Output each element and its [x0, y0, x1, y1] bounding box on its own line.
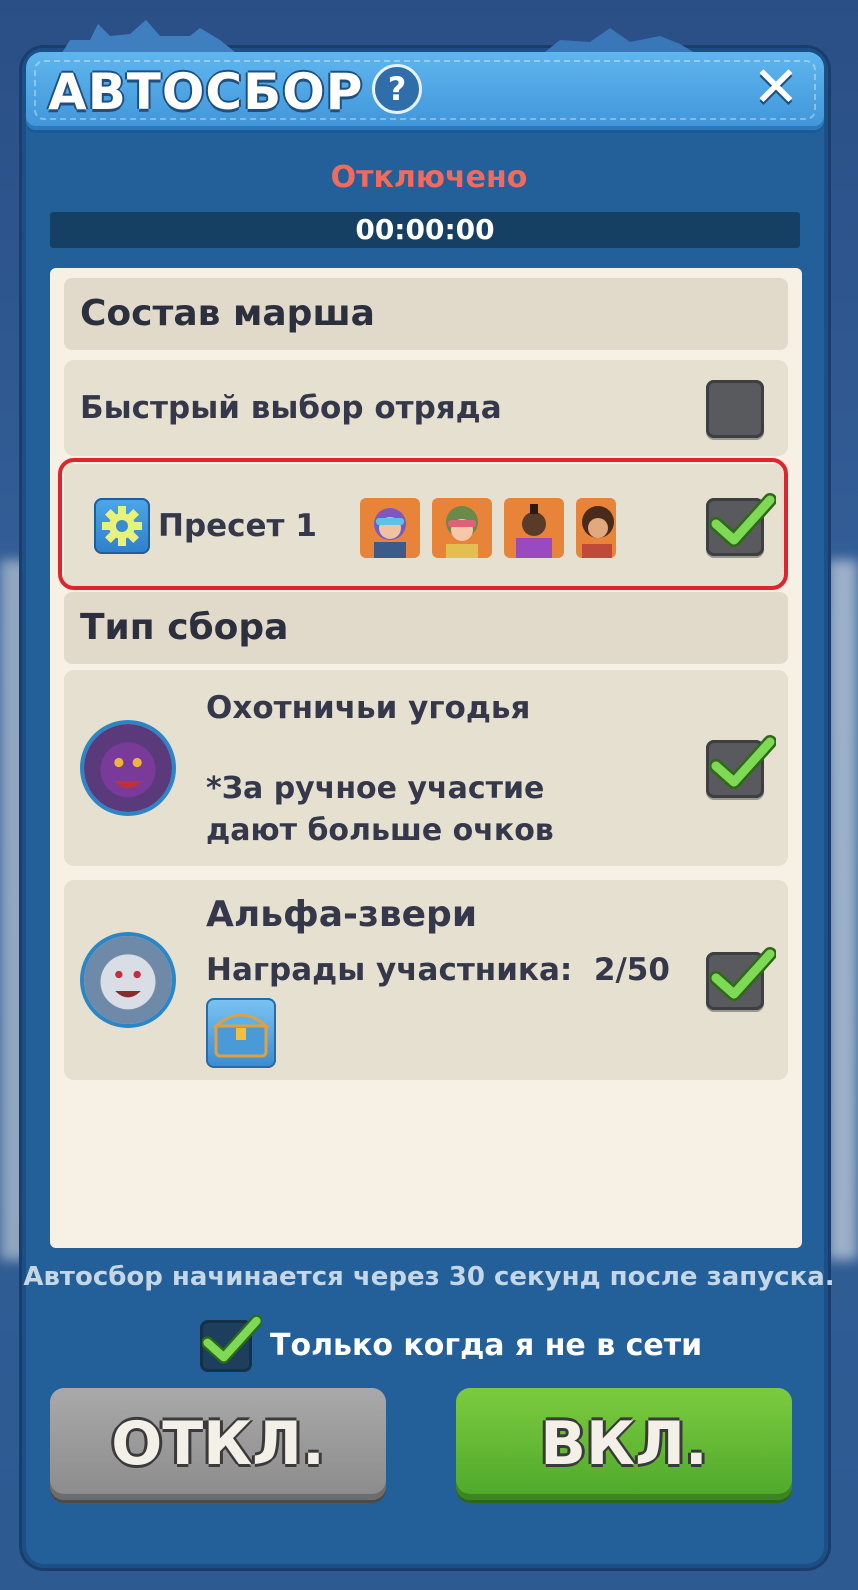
gather-section-heading: Тип сбора	[64, 592, 788, 664]
background-edge-right	[828, 560, 858, 1260]
beast-icon	[84, 724, 172, 812]
rewards-line: Награды участника: 2/50	[206, 952, 670, 988]
preset-highlight-frame	[58, 458, 788, 590]
hunting-grounds-checkbox[interactable]	[706, 735, 776, 798]
autogather-info-text: Автосбор начинается через 30 секунд посл…	[23, 1262, 835, 1292]
close-button[interactable]: ✕	[748, 60, 804, 116]
rewards-label: Награды участника:	[206, 952, 573, 988]
treasure-chest-icon	[212, 1013, 270, 1058]
settings-content: Состав марша Быстрый выбор отряда Пресет…	[50, 268, 802, 1248]
header-ornament-icon	[60, 20, 240, 56]
checkmark-icon	[202, 1314, 262, 1364]
only-offline-checkbox[interactable]	[200, 1314, 262, 1372]
on-button[interactable]: ВКЛ.	[456, 1388, 792, 1500]
help-button[interactable]: ?	[372, 64, 422, 114]
march-section-heading: Состав марша	[64, 278, 788, 350]
reward-chest[interactable]	[206, 998, 276, 1068]
alpha-beasts-avatar	[80, 932, 176, 1028]
quick-select-label: Быстрый выбор отряда	[80, 390, 502, 426]
only-offline-label: Только когда я не в сети	[270, 1328, 703, 1363]
timer-bar: 00:00:00	[50, 212, 800, 248]
gather-item-title: Охотничьи угодья	[206, 690, 531, 726]
quick-select-checkbox[interactable]	[706, 380, 764, 438]
checkmark-icon	[710, 735, 776, 789]
dialog-title: АВТОСБОР	[48, 63, 364, 121]
gather-item-title: Альфа-звери	[206, 894, 478, 935]
gather-item-note: *За ручное участие дают больше очков	[206, 771, 554, 848]
header-ornament-icon	[540, 28, 700, 56]
alpha-beasts-checkbox[interactable]	[706, 947, 776, 1010]
checkmark-icon	[710, 947, 776, 1001]
rewards-value: 2/50	[593, 952, 670, 988]
gather-item-alpha[interactable]: Альфа-звери Награды участника: 2/50	[64, 880, 788, 1080]
wolf-icon	[84, 936, 172, 1024]
gather-item-hunting[interactable]: Охотничьи угодья *За ручное участие дают…	[64, 670, 788, 866]
quick-select-row: Быстрый выбор отряда	[64, 360, 788, 456]
hunting-grounds-avatar	[80, 720, 176, 816]
status-text: Отключено	[330, 160, 528, 195]
off-button[interactable]: ОТКЛ.	[50, 1388, 386, 1500]
timer-text: 00:00:00	[355, 213, 495, 246]
